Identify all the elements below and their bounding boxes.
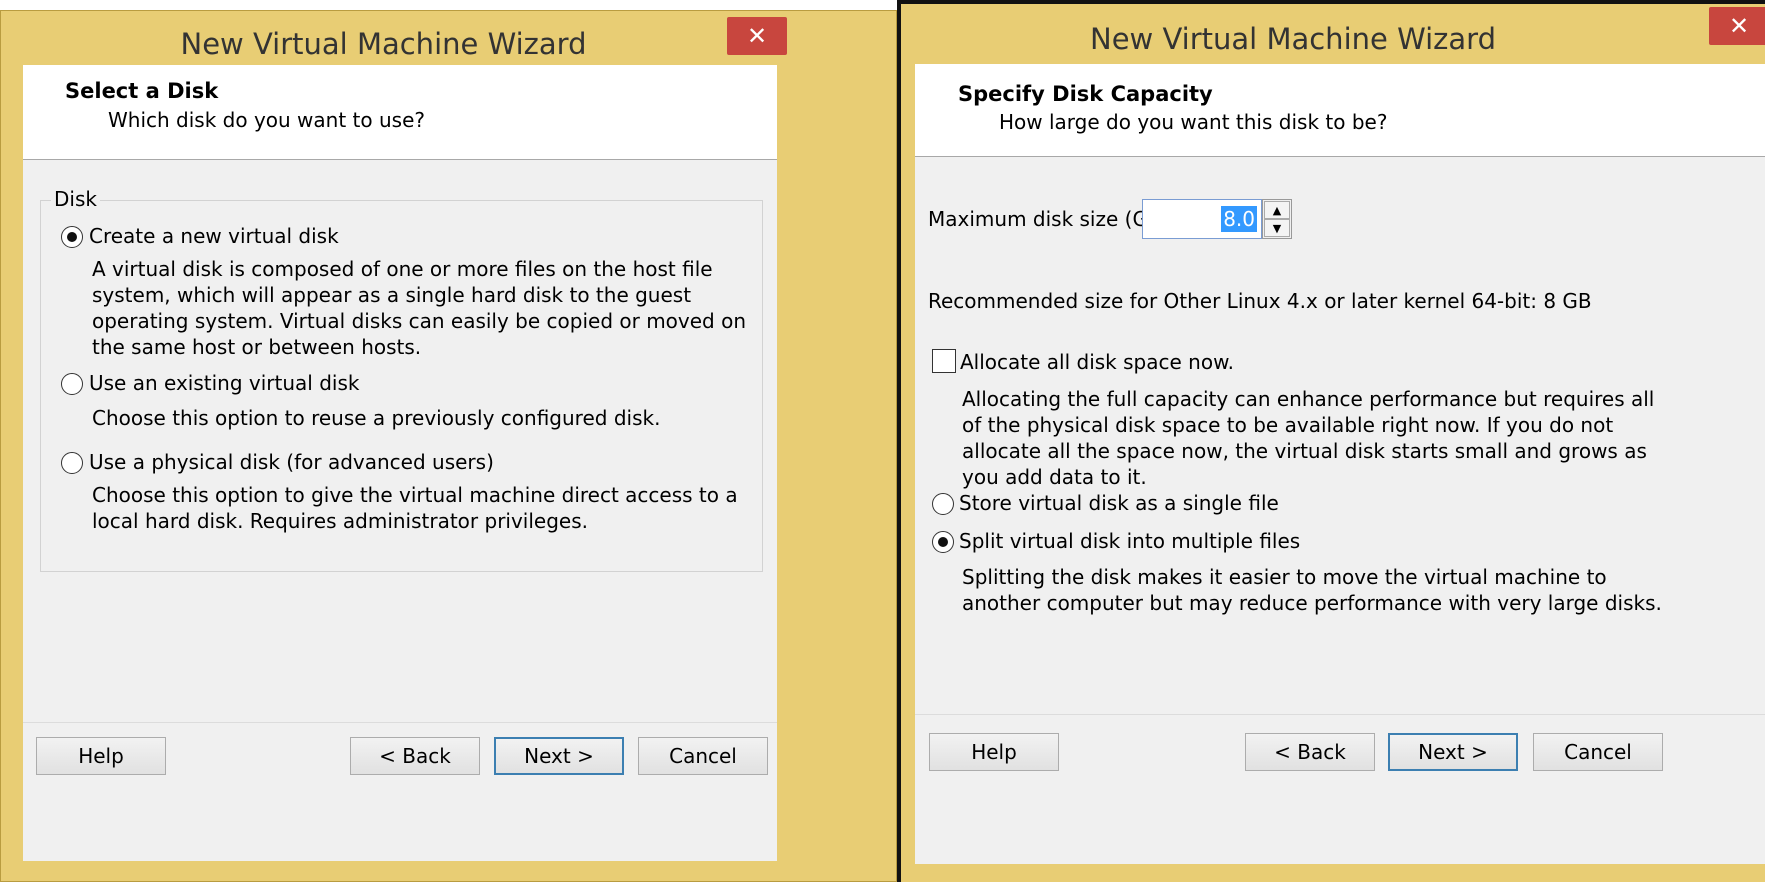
left-close-icon[interactable]: ✕ (727, 17, 787, 55)
right-close-icon[interactable]: ✕ (1709, 7, 1765, 45)
right-cancel-button[interactable]: Cancel (1533, 733, 1663, 771)
right-wizard-window: New Virtual Machine Wizard ✕ Specify Dis… (897, 0, 1765, 882)
right-help-button[interactable]: Help (929, 733, 1059, 771)
left-wizard-header: Select a Disk Which disk do you want to … (23, 65, 777, 160)
use-physical-disk-radio[interactable] (61, 452, 83, 474)
use-physical-disk-label[interactable]: Use a physical disk (for advanced users) (89, 449, 494, 475)
disk-size-input[interactable]: 8.0 (1142, 199, 1262, 239)
spin-down-icon[interactable]: ▼ (1264, 219, 1290, 237)
left-back-button[interactable]: < Back (350, 737, 480, 775)
left-help-button[interactable]: Help (36, 737, 166, 775)
right-header-subtitle: How large do you want this disk to be? (999, 110, 1388, 134)
right-button-area: Help < Back Next > Cancel (915, 714, 1765, 865)
single-file-label[interactable]: Store virtual disk as a single file (959, 490, 1279, 516)
right-client-area: Specify Disk Capacity How large do you w… (915, 64, 1765, 864)
left-header-title: Select a Disk (65, 79, 219, 103)
left-next-button[interactable]: Next > (494, 737, 624, 775)
left-wizard-window: New Virtual Machine Wizard ✕ Select a Di… (0, 10, 897, 882)
left-button-area: Help < Back Next > Cancel (23, 722, 777, 862)
right-header-title: Specify Disk Capacity (958, 82, 1213, 106)
right-title-bar[interactable]: New Virtual Machine Wizard ✕ (901, 4, 1765, 70)
spin-up-icon[interactable]: ▲ (1264, 201, 1290, 219)
disk-group-label: Disk (51, 187, 100, 211)
recommended-size-text: Recommended size for Other Linux 4.x or … (928, 289, 1592, 313)
split-files-radio[interactable] (932, 531, 954, 553)
create-new-disk-label[interactable]: Create a new virtual disk (89, 223, 339, 249)
left-header-subtitle: Which disk do you want to use? (108, 108, 425, 132)
split-files-description: Splitting the disk makes it easier to mo… (962, 565, 1662, 615)
disk-size-value[interactable]: 8.0 (1221, 206, 1257, 232)
left-cancel-button[interactable]: Cancel (638, 737, 768, 775)
split-files-label[interactable]: Split virtual disk into multiple files (959, 528, 1300, 554)
right-wizard-header: Specify Disk Capacity How large do you w… (915, 64, 1765, 157)
right-back-button[interactable]: < Back (1245, 733, 1375, 771)
allocate-now-label[interactable]: Allocate all disk space now. (960, 349, 1234, 375)
disk-size-label: Maximum disk size (GB): (928, 207, 1177, 231)
create-new-disk-description: A virtual disk is composed of one or mor… (92, 257, 747, 359)
disk-size-stepper[interactable]: ▲ ▼ (1262, 199, 1292, 239)
allocate-now-checkbox[interactable] (932, 349, 956, 373)
left-client-area: Select a Disk Which disk do you want to … (23, 65, 777, 861)
single-file-radio[interactable] (932, 493, 954, 515)
use-physical-disk-description: Choose this option to give the virtual m… (92, 483, 738, 533)
allocate-now-description: Allocating the full capacity can enhance… (962, 387, 1655, 489)
right-next-button[interactable]: Next > (1388, 733, 1518, 771)
use-existing-disk-radio[interactable] (61, 373, 83, 395)
use-existing-disk-label[interactable]: Use an existing virtual disk (89, 370, 359, 396)
use-existing-disk-description: Choose this option to reuse a previously… (92, 406, 661, 430)
create-new-disk-radio[interactable] (61, 226, 83, 248)
